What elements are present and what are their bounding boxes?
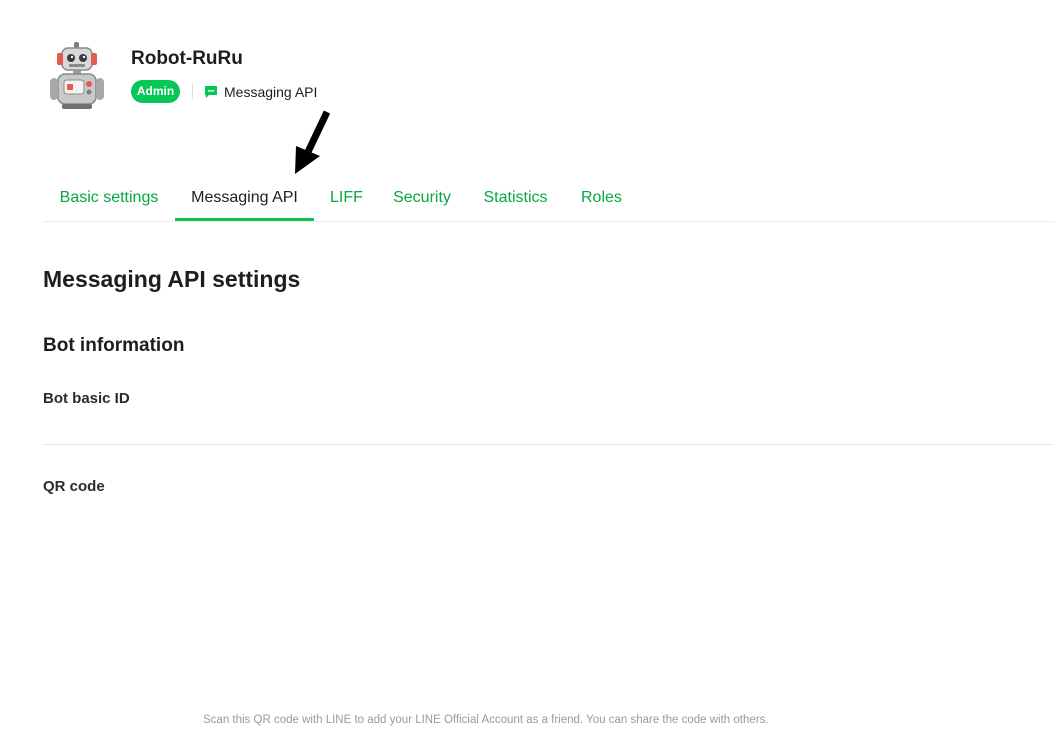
active-tab-indicator — [175, 218, 314, 221]
chat-bubble-icon — [204, 85, 218, 99]
tab-messaging-api[interactable]: Messaging API — [175, 178, 314, 219]
tab-roles[interactable]: Roles — [581, 178, 622, 219]
section-title: Bot information — [43, 335, 185, 356]
qr-code-label: QR code — [43, 478, 105, 495]
qr-code-note: Scan this QR code with LINE to add your … — [203, 714, 769, 726]
tab-basic-settings[interactable]: Basic settings — [59, 178, 159, 219]
section-divider — [43, 444, 1054, 445]
robot-avatar-icon — [44, 40, 110, 112]
page-title: Messaging API settings — [43, 266, 301, 292]
tab-security[interactable]: Security — [393, 178, 451, 219]
channel-name: Robot-RuRu — [131, 48, 243, 69]
channel-type-label: Messaging API — [224, 83, 318, 100]
annotation-arrow-icon — [290, 108, 336, 178]
tab-statistics[interactable]: Statistics — [482, 178, 549, 219]
header-divider — [192, 83, 193, 99]
bot-basic-id-label: Bot basic ID — [43, 390, 130, 407]
role-badge: Admin — [131, 80, 180, 103]
channel-type: Messaging API — [204, 83, 317, 100]
tab-liff[interactable]: LIFF — [330, 178, 363, 219]
tab-bar: Basic settings Messaging API LIFF Securi… — [43, 178, 1054, 222]
